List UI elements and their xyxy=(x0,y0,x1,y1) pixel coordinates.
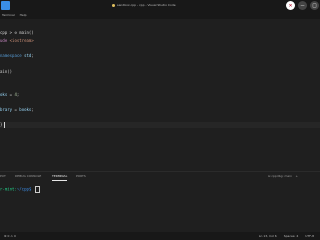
indentation[interactable]: Spaces: 4 xyxy=(284,234,299,238)
menu-bar: Terminal Help xyxy=(0,11,320,19)
code-token: cpp > xyxy=(0,30,15,35)
current-line-highlight xyxy=(0,122,320,128)
code-token: ; xyxy=(31,107,34,112)
terminal-panel[interactable]: r-mint:~/cpp$ xyxy=(0,180,320,232)
maximize-window-button[interactable]: □ xyxy=(310,1,319,10)
code-token: <iostream> xyxy=(9,37,34,43)
code-token: brary xyxy=(0,107,13,112)
code-line: cpp > ⊘ main() xyxy=(0,30,34,36)
tab-output[interactable]: PUT xyxy=(0,172,6,180)
code-token: books xyxy=(19,107,32,112)
panel-tabs: PUT DEBUG CONSOLE TERMINAL PORTS ⊡ cppdb… xyxy=(0,172,320,181)
code-line: ude <iostream> xyxy=(0,38,34,44)
problems-indicator[interactable]: ⊗ 0 ⚠ 0 xyxy=(4,232,16,240)
code-line: ain() xyxy=(0,69,12,75)
code-token: ⊘ main() xyxy=(14,30,34,35)
code-line: brary = books; xyxy=(0,107,34,113)
terminal-line: r-mint:~/cpp$ xyxy=(0,186,40,193)
menu-terminal[interactable]: Terminal xyxy=(2,13,15,17)
window-title: sandbox.cpp - cpp - Visual Studio Code xyxy=(112,1,222,10)
code-token: ; xyxy=(16,91,20,97)
code-token: namespace xyxy=(0,53,25,59)
terminal-prompt: r-mint: xyxy=(0,186,17,192)
title-bar: sandbox.cpp - cpp - Visual Studio Code ✕… xyxy=(0,0,320,11)
text-cursor xyxy=(4,122,5,128)
code-token: ; xyxy=(31,53,34,59)
tab-debug-console[interactable]: DEBUG CONSOLE xyxy=(15,172,41,180)
terminal-path: ~/cpp$ xyxy=(16,186,32,192)
unsaved-dot-icon xyxy=(112,3,115,7)
vscode-icon[interactable] xyxy=(1,1,10,10)
terminal-shell-selector[interactable]: ⊡ cppdbg: main xyxy=(268,172,292,180)
menu-help[interactable]: Help xyxy=(20,13,27,17)
code-token: } xyxy=(0,122,3,128)
status-bar: ⊗ 0 ⚠ 0 Ln 13, Col 6 Spaces: 4 UTF-8 xyxy=(0,232,320,240)
encoding[interactable]: UTF-8 xyxy=(305,234,314,238)
code-line: namespace std; xyxy=(0,53,34,59)
code-line: oks = 4; xyxy=(0,92,19,98)
code-token: ude xyxy=(0,37,10,43)
terminal-cursor xyxy=(34,186,40,193)
new-terminal-button[interactable]: + xyxy=(295,172,298,180)
code-line: } xyxy=(0,122,2,128)
minimize-window-button[interactable]: – xyxy=(298,1,307,10)
status-right: Ln 13, Col 6 Spaces: 4 UTF-8 xyxy=(253,232,314,240)
code-editor[interactable]: cpp > ⊘ main() ude <iostream> namespace st… xyxy=(0,19,320,171)
close-window-button[interactable]: ✕ xyxy=(286,1,295,10)
tab-ports[interactable]: PORTS xyxy=(76,172,86,180)
cursor-position[interactable]: Ln 13, Col 6 xyxy=(259,234,277,238)
code-token: ain() xyxy=(0,68,13,74)
